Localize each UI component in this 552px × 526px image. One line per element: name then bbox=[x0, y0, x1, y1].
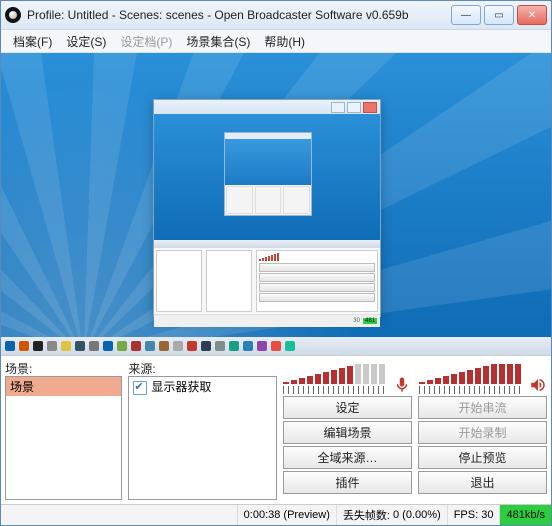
global-sources-button[interactable]: 全域来源… bbox=[283, 446, 412, 469]
menu-profiles[interactable]: 设定档(P) bbox=[114, 31, 178, 52]
menu-bar: 档案(F) 设定(S) 设定档(P) 场景集合(S) 帮助(H) bbox=[1, 30, 551, 53]
speaker-meter bbox=[419, 362, 521, 394]
source-item-label: 显示器获取 bbox=[151, 380, 211, 394]
nested-preview-window: 30481 bbox=[153, 99, 381, 317]
start-stream-button[interactable]: 开始串流 bbox=[418, 396, 547, 419]
status-bar: 0:00:38 (Preview) 丢失帧数: 0 (0.00%) FPS: 3… bbox=[1, 504, 551, 525]
sources-pane: 来源: 显示器获取 bbox=[128, 360, 277, 500]
menu-help[interactable]: 帮助(H) bbox=[258, 31, 311, 52]
app-window: Profile: Untitled - Scenes: scenes - Ope… bbox=[0, 0, 552, 526]
menu-file[interactable]: 档案(F) bbox=[7, 31, 58, 52]
settings-button[interactable]: 设定 bbox=[283, 396, 412, 419]
list-item[interactable]: 场景 bbox=[6, 377, 121, 396]
edit-scene-button[interactable]: 编辑场景 bbox=[283, 421, 412, 444]
maximize-button[interactable]: ▭ bbox=[484, 5, 514, 25]
scenes-label: 场景: bbox=[5, 360, 122, 376]
microphone-icon[interactable] bbox=[393, 376, 411, 394]
exit-button[interactable]: 退出 bbox=[418, 471, 547, 494]
plugins-button[interactable]: 插件 bbox=[283, 471, 412, 494]
bottom-panels: 场景: 场景 来源: 显示器获取 bbox=[1, 355, 551, 525]
scenes-listbox[interactable]: 场景 bbox=[5, 376, 122, 500]
mic-meter bbox=[283, 362, 385, 394]
window-title: Profile: Untitled - Scenes: scenes - Ope… bbox=[27, 8, 451, 22]
minimize-button[interactable]: — bbox=[451, 5, 481, 25]
audio-meters bbox=[283, 360, 547, 394]
status-fps: FPS: 30 bbox=[447, 505, 500, 525]
preview-area[interactable]: 30481 bbox=[1, 53, 551, 355]
status-dropped: 丢失帧数: 0 (0.00%) bbox=[336, 505, 447, 525]
controls-pane: 设定 开始串流 编辑场景 开始录制 全域来源… 停止预览 插件 退出 bbox=[283, 360, 547, 500]
title-bar[interactable]: Profile: Untitled - Scenes: scenes - Ope… bbox=[1, 1, 551, 30]
status-bitrate: 481kb/s bbox=[499, 505, 551, 525]
menu-settings[interactable]: 设定(S) bbox=[60, 31, 112, 52]
checkbox-icon[interactable] bbox=[133, 381, 147, 395]
stop-preview-button[interactable]: 停止预览 bbox=[418, 446, 547, 469]
speaker-icon[interactable] bbox=[529, 376, 547, 394]
scenes-pane: 场景: 场景 bbox=[5, 360, 122, 500]
list-item[interactable]: 显示器获取 bbox=[129, 377, 276, 396]
sources-label: 来源: bbox=[128, 360, 277, 376]
app-icon bbox=[5, 7, 21, 23]
preview-taskbar bbox=[1, 337, 551, 355]
start-record-button[interactable]: 开始录制 bbox=[418, 421, 547, 444]
status-time: 0:00:38 (Preview) bbox=[237, 505, 336, 525]
menu-scene-collections[interactable]: 场景集合(S) bbox=[180, 31, 256, 52]
sources-listbox[interactable]: 显示器获取 bbox=[128, 376, 277, 500]
close-button[interactable]: ✕ bbox=[517, 5, 547, 25]
scene-item-label: 场景 bbox=[10, 380, 34, 394]
